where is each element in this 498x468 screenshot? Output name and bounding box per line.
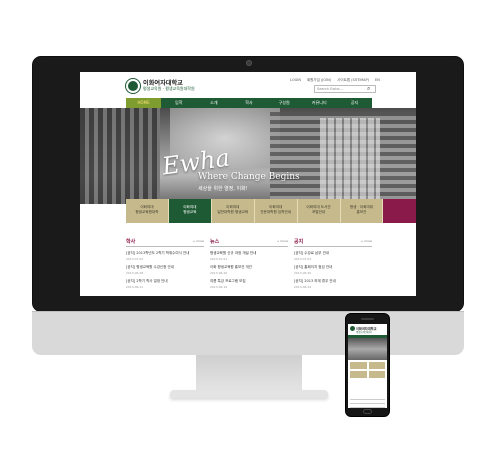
monitor-camera bbox=[246, 60, 252, 66]
main-nav: HOME 입학 소개 학사 구성원 커뮤니티 공지 bbox=[126, 98, 372, 108]
nav-item-academics[interactable]: 학사 bbox=[231, 98, 266, 108]
list-item[interactable]: [공지] 2학기 학사 일정 안내 2013.06.21 bbox=[126, 279, 204, 289]
util-link-english[interactable]: EN bbox=[375, 78, 380, 83]
util-link-sitemap[interactable]: 사이트맵 (SITEMAP) bbox=[337, 78, 369, 83]
list-item-title[interactable]: [공지] 수강료 납부 안내 bbox=[294, 251, 372, 256]
monitor-stand-base bbox=[170, 390, 328, 398]
board-academic: 학사 + more [공지] 2013학년도 2학기 학위수여식 안내 2013… bbox=[126, 238, 204, 296]
hero-banner: Ewha Where Change Begins 세상을 위한 열정, 이화! bbox=[80, 108, 416, 204]
more-link[interactable]: + more bbox=[193, 238, 204, 245]
list-item-date: 2013.07.03 bbox=[294, 257, 312, 261]
list-item[interactable]: 여름 특강 프로그램 모집 2013.06.19 bbox=[210, 279, 288, 289]
list-item[interactable]: [공지] 2013학년도 2학기 학위수여식 안내 2013.07.02 bbox=[126, 251, 204, 261]
quick-link-3[interactable]: 이화여대 일반대학원 평생교육 bbox=[211, 199, 255, 223]
nav-item-notice[interactable]: 공지 bbox=[337, 98, 372, 108]
list-item-date: 2013.06.30 bbox=[294, 271, 312, 275]
list-item-date: 2013.06.21 bbox=[126, 285, 144, 289]
list-item-date: 2013.06.26 bbox=[210, 271, 228, 275]
phone-speaker bbox=[361, 318, 374, 320]
list-item[interactable]: 이화 평생교육원 홍보관 개관 2013.06.26 bbox=[210, 265, 288, 275]
site-header: 이화여자대학교 평생교육원 · 평생교육원대학원 LOGIN 회원가입 (JOI… bbox=[80, 72, 416, 98]
mobile-quick-tiles bbox=[350, 362, 385, 378]
mobile-list-row[interactable] bbox=[350, 407, 385, 408]
board-heading: 공지 + more bbox=[294, 238, 372, 247]
quick-link-accent[interactable] bbox=[383, 199, 416, 223]
mobile-tile[interactable] bbox=[350, 371, 367, 378]
board-notice: 공지 + more [공지] 수강료 납부 안내 2013.07.03 [공지]… bbox=[294, 238, 372, 296]
nav-item-about[interactable]: 소개 bbox=[196, 98, 231, 108]
board-title: 학사 bbox=[126, 239, 136, 245]
monitor-stand-neck bbox=[196, 355, 302, 393]
nav-item-members[interactable]: 구성원 bbox=[267, 98, 302, 108]
mobile-logo-icon[interactable] bbox=[350, 326, 355, 331]
mobile-tile[interactable] bbox=[368, 371, 385, 378]
list-item-title[interactable]: [공지] 평생교육원 수강신청 안내 bbox=[126, 265, 204, 270]
list-item[interactable]: [공지] 수강료 납부 안내 2013.07.03 bbox=[294, 251, 372, 261]
mobile-list-row[interactable] bbox=[350, 403, 385, 404]
hero-tagline-kr: 세상을 위한 열정, 이화! bbox=[198, 186, 248, 192]
board-columns: 학사 + more [공지] 2013학년도 2학기 학위수여식 안내 2013… bbox=[126, 238, 372, 296]
quick-link-4[interactable]: 이화여대 전문대학원 입학안내 bbox=[254, 199, 298, 223]
nav-item-home[interactable]: HOME bbox=[126, 98, 162, 108]
monitor-chin bbox=[32, 311, 464, 355]
hero-tagline-en: Where Change Begins bbox=[198, 172, 300, 182]
list-item-date: 2013.06.28 bbox=[126, 271, 144, 275]
quick-link-2[interactable]: 이화여대 평생교육 bbox=[168, 199, 212, 223]
mobile-list bbox=[350, 396, 385, 408]
board-heading: 뉴스 + more bbox=[210, 238, 288, 247]
nav-item-admission[interactable]: 입학 bbox=[161, 98, 196, 108]
list-item[interactable]: [공지] 홈페이지 점검 안내 2013.06.30 bbox=[294, 265, 372, 275]
mobile-list-row[interactable] bbox=[350, 399, 385, 400]
more-link[interactable]: + more bbox=[361, 238, 372, 245]
list-item-date: 2013.06.24 bbox=[294, 285, 312, 289]
search-icon[interactable]: ⌕ bbox=[367, 85, 370, 93]
list-item-title[interactable]: [공지] 2013 하계 휴무 안내 bbox=[294, 279, 372, 284]
nav-item-community[interactable]: 커뮤니티 bbox=[302, 98, 337, 108]
utility-links: LOGIN 회원가입 (JOIN) 사이트맵 (SITEMAP) EN bbox=[290, 78, 380, 83]
site-subtitle: 평생교육원 · 평생교육원대학원 bbox=[143, 86, 195, 91]
university-logo-icon[interactable] bbox=[126, 79, 140, 93]
list-item[interactable]: 평생교육원 신규 과정 개설 안내 2013.07.01 bbox=[210, 251, 288, 261]
quick-link-1[interactable]: 이화여대 평생교육원대학 bbox=[126, 199, 169, 223]
mobile-hero bbox=[348, 338, 387, 360]
hero-building-left bbox=[80, 108, 160, 204]
board-title: 공지 bbox=[294, 239, 304, 245]
list-item-title[interactable]: 이화 평생교육원 홍보관 개관 bbox=[210, 265, 288, 270]
util-link-login[interactable]: LOGIN bbox=[290, 78, 301, 83]
list-item[interactable]: [공지] 평생교육원 수강신청 안내 2013.06.28 bbox=[126, 265, 204, 275]
util-link-join[interactable]: 회원가입 (JOIN) bbox=[307, 78, 331, 83]
phone-screen: 이화여자대학교 평생교육원대학 bbox=[348, 324, 387, 408]
list-item-date: 2013.07.01 bbox=[210, 257, 228, 261]
more-link[interactable]: + more bbox=[277, 238, 288, 245]
phone-home-button[interactable] bbox=[363, 409, 372, 414]
hero-building-facade bbox=[320, 118, 380, 204]
board-title: 뉴스 bbox=[210, 239, 220, 245]
list-item-date: 2013.06.19 bbox=[210, 285, 228, 289]
list-item-title[interactable]: [공지] 2013학년도 2학기 학위수여식 안내 bbox=[126, 251, 204, 256]
board-news: 뉴스 + more 평생교육원 신규 과정 개설 안내 2013.07.01 이… bbox=[210, 238, 288, 296]
list-item-title[interactable]: 여름 특강 프로그램 모집 bbox=[210, 279, 288, 284]
quick-links-bar: 이화여대 평생교육원대학 이화여대 평생교육 이화여대 일반대학원 평생교육 이… bbox=[126, 199, 416, 223]
board-heading: 학사 + more bbox=[126, 238, 204, 247]
quick-link-6[interactable]: 평생 · 이화여대 홍보관 bbox=[340, 199, 384, 223]
monitor-screen: 이화여자대학교 평생교육원 · 평생교육원대학원 LOGIN 회원가입 (JOI… bbox=[80, 72, 416, 296]
list-item-title[interactable]: 평생교육원 신규 과정 개설 안내 bbox=[210, 251, 288, 256]
list-item-title[interactable]: [공지] 2학기 학사 일정 안내 bbox=[126, 279, 204, 284]
list-item-date: 2013.07.02 bbox=[126, 257, 144, 261]
quick-link-5[interactable]: 이화여대 도서관 포털안내 bbox=[297, 199, 341, 223]
mobile-site-subtitle: 평생교육원대학 bbox=[356, 331, 373, 334]
mobile-tile[interactable] bbox=[368, 362, 385, 369]
mobile-tile[interactable] bbox=[350, 362, 367, 369]
list-item[interactable]: [공지] 2013 하계 휴무 안내 2013.06.24 bbox=[294, 279, 372, 289]
list-item-title[interactable]: [공지] 홈페이지 점검 안내 bbox=[294, 265, 372, 270]
